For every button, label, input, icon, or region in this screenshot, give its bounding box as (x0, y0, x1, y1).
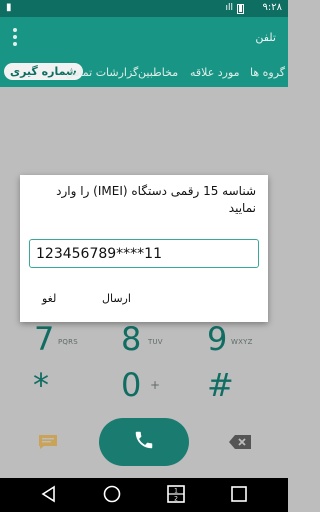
imei-dialog: شناسه 15 رقمی دستگاه (IMEI) را وارد نمای… (20, 175, 268, 322)
tab-favorites[interactable]: مورد علاقه (190, 66, 240, 79)
dual-window-icon[interactable]: 1 2 (167, 485, 185, 503)
imei-input[interactable] (29, 239, 259, 268)
dialpad-key-8[interactable]: 8 (121, 320, 141, 358)
key-digit: 7 (34, 320, 55, 358)
dialpad-key-7[interactable]: 7 (34, 320, 54, 358)
home-icon[interactable] (103, 485, 121, 503)
message-icon[interactable] (38, 434, 58, 450)
key-letters: + (150, 378, 161, 392)
battery-icon (237, 4, 244, 14)
key-letters: TUV (148, 338, 163, 346)
tab-groups[interactable]: گروه ها (250, 66, 285, 79)
recent-apps-icon[interactable] (230, 485, 248, 503)
navigation-bar: 1 2 (0, 478, 288, 512)
dialpad-key-9[interactable]: 9 (207, 320, 227, 358)
tab-contacts[interactable]: مخاطبین (138, 66, 178, 79)
overflow-menu-icon[interactable] (12, 28, 18, 48)
call-button[interactable] (99, 418, 189, 466)
svg-text:2: 2 (174, 496, 178, 503)
backspace-icon[interactable] (228, 434, 252, 450)
key-digit: 9 (207, 320, 228, 358)
svg-text:1: 1 (174, 488, 178, 495)
dialog-title: شناسه 15 رقمی دستگاه (IMEI) را وارد نمای… (56, 184, 256, 215)
dialpad-key-0[interactable]: 0 (121, 366, 141, 404)
status-bar: ▮ ıll ۹:۲۸ (0, 0, 288, 17)
key-digit: # (207, 366, 234, 404)
status-time: ۹:۲۸ (262, 2, 282, 13)
phone-icon (135, 431, 153, 449)
tab-bar: شماره گیری گزارشات تماس مخاطبین مورد علا… (0, 59, 288, 87)
send-button[interactable]: ارسال (102, 292, 131, 305)
signal-icon: ıll (225, 3, 233, 13)
key-letters: PQRS (58, 338, 78, 346)
back-icon[interactable] (40, 485, 58, 503)
cancel-button[interactable]: لغو (42, 292, 56, 305)
key-digit: 8 (121, 320, 142, 358)
dialpad-key-hash[interactable]: # (207, 366, 234, 404)
key-digit: 0 (121, 366, 142, 404)
dialpad-key-star[interactable]: * (33, 366, 49, 404)
notification-icon: ▮ (6, 2, 12, 13)
app-bar: تلفن (0, 17, 288, 59)
key-letters: WXYZ (231, 338, 253, 346)
key-digit: * (33, 366, 49, 404)
app-title: تلفن (255, 31, 276, 44)
tab-call-log[interactable]: گزارشات تماس (66, 66, 138, 79)
